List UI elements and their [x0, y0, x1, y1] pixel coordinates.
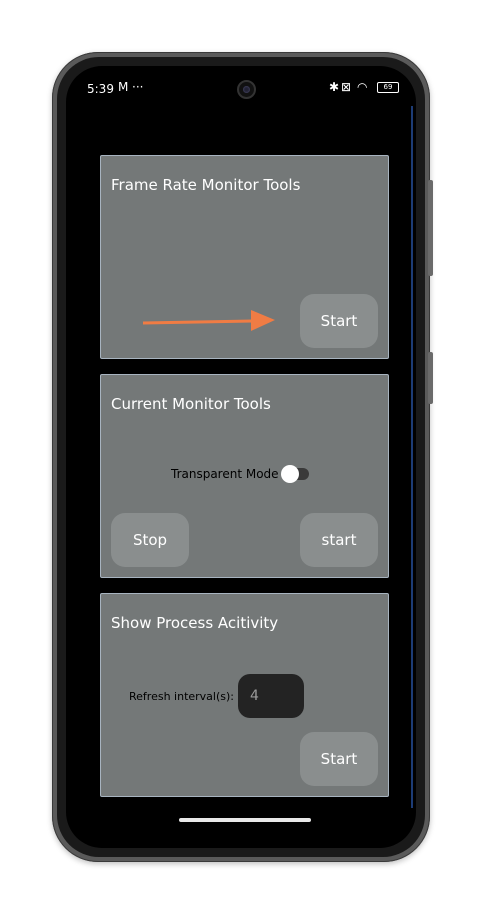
process-activity-start-button[interactable]: Start — [300, 732, 378, 786]
refresh-interval-input[interactable]: 4 — [238, 674, 304, 718]
switch-knob — [280, 465, 299, 483]
home-indicator[interactable] — [179, 818, 311, 822]
phone-frame: 5:39 M ··· ✱ ⊠ ◠ 69 Frame Rate Monitor T… — [52, 52, 433, 862]
frame-rate-card: Frame Rate Monitor Tools Start — [100, 155, 389, 359]
screen-edge — [411, 106, 413, 808]
front-camera — [237, 80, 256, 99]
bluetooth-icon: ✱ — [329, 80, 340, 94]
refresh-interval-label: Refresh interval(s): — [129, 689, 234, 703]
phone-bezel: 5:39 M ··· ✱ ⊠ ◠ 69 Frame Rate Monitor T… — [57, 57, 425, 857]
more-dots-icon: ··· — [132, 80, 144, 94]
process-activity-title: Show Process Acitivity — [111, 614, 279, 632]
transparent-mode-row: Transparent Mode — [171, 465, 309, 483]
orange-arrow-annotation — [142, 310, 275, 331]
current-monitor-start-button[interactable]: start — [300, 513, 378, 567]
mail-icon: M — [118, 80, 129, 94]
transparent-mode-label: Transparent Mode — [171, 467, 279, 481]
status-time: 5:39 — [87, 82, 114, 96]
screen: 5:39 M ··· ✱ ⊠ ◠ 69 Frame Rate Monitor T… — [66, 66, 416, 848]
current-monitor-card: Current Monitor Tools Transparent Mode S… — [100, 374, 389, 578]
refresh-interval-row: Refresh interval(s): 4 — [129, 674, 304, 718]
process-activity-card: Show Process Acitivity Refresh interval(… — [100, 593, 389, 797]
transparent-mode-switch[interactable] — [280, 465, 309, 483]
no-sim-icon: ⊠ — [341, 80, 352, 94]
stop-button[interactable]: Stop — [111, 513, 189, 567]
power-button — [428, 352, 433, 404]
wifi-icon: ◠ — [357, 80, 368, 94]
battery-icon: 69 — [377, 82, 399, 93]
status-bar: 5:39 M ··· ✱ ⊠ ◠ 69 — [66, 66, 416, 110]
frame-rate-start-button[interactable]: Start — [300, 294, 378, 348]
volume-button — [428, 180, 433, 276]
current-monitor-title: Current Monitor Tools — [111, 395, 271, 413]
frame-rate-title: Frame Rate Monitor Tools — [111, 176, 301, 194]
